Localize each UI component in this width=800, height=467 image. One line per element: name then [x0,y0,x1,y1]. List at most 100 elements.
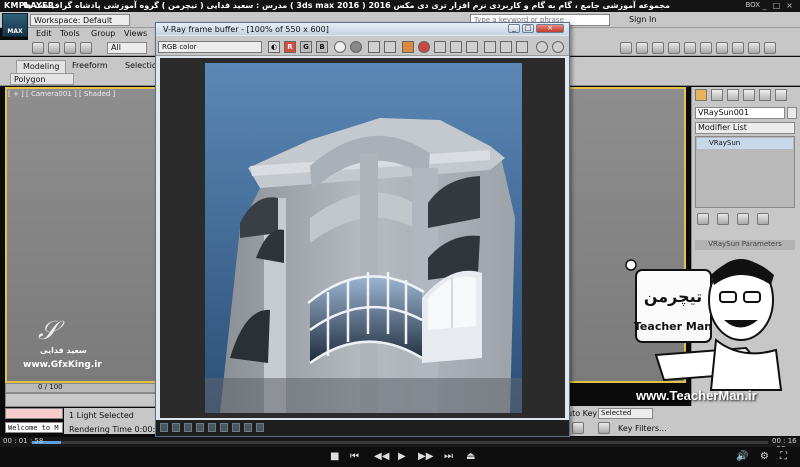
undo-icon[interactable] [32,42,44,54]
polygon-modeling-panel[interactable]: Polygon Modeling [10,73,74,95]
teapot-icon[interactable] [748,42,760,54]
key-mode-icon[interactable] [598,422,610,434]
viewport-label[interactable]: [ + ] [ Camera001 ] [ Shaded ] [8,90,115,98]
snap-icon[interactable] [620,42,632,54]
make-unique-icon[interactable] [737,213,749,225]
rendered-frame-icon[interactable] [716,42,728,54]
vfb-status-icon-1[interactable] [160,423,168,432]
auto-key-button[interactable]: uto Key [567,409,597,418]
menu-edit[interactable]: Edit [36,29,52,39]
vfb-status-icon-3[interactable] [184,423,192,432]
set-key-icon[interactable] [572,422,584,434]
watermark-site: www.GfxKing.ir [23,360,102,370]
render-setup-icon[interactable] [700,42,712,54]
unlink-icon[interactable] [64,42,76,54]
blue-channel-button[interactable]: B [316,41,328,53]
previous-icon[interactable]: ⏮ [350,451,359,463]
color-swatch-icon[interactable]: ◐ [268,41,280,53]
modifier-stack-item[interactable]: VRaySun [697,138,793,149]
mirror-icon[interactable] [636,42,648,54]
vfb-status-icon-4[interactable] [196,423,204,432]
remove-modifier-icon[interactable] [757,213,769,225]
vfb-title: V-Ray frame buffer - [100% of 550 x 600] [163,25,329,34]
vfb-maximize-icon[interactable]: □ [522,24,534,33]
modify-tab-icon[interactable] [711,89,723,101]
show-end-result-icon[interactable] [717,213,729,225]
play-icon[interactable]: ▶ [398,451,406,463]
history-icon[interactable] [536,41,548,53]
channel-dropdown[interactable]: RGB color [158,41,262,53]
maxscript-listener-output[interactable]: Welcome to M [5,422,63,433]
bind-icon[interactable] [80,42,92,54]
display-tab-icon[interactable] [759,89,771,101]
vfb-status-icon-5[interactable] [208,423,216,432]
track-bar[interactable] [5,393,165,407]
forward-icon[interactable]: ▶▶ [418,451,433,463]
vfb-status-icon-8[interactable] [244,423,252,432]
menu-tools[interactable]: Tools [60,29,80,39]
menu-group[interactable]: Group [91,29,115,39]
vfb-status-icon-9[interactable] [256,423,264,432]
box-label[interactable]: BOX [745,1,760,9]
vfb-minimize-icon[interactable]: _ [508,24,520,33]
monochrome-icon[interactable] [350,41,362,53]
modifier-list-dropdown[interactable]: Modifier List [695,122,795,134]
object-name-field[interactable]: VRaySun001 [695,107,785,119]
rendered-building-image [205,63,522,413]
selection-filter-dropdown[interactable]: All [107,42,147,54]
pin-stack-icon[interactable] [697,213,709,225]
object-color-swatch[interactable] [787,107,797,119]
utilities-tab-icon[interactable] [775,89,787,101]
vray-icon[interactable] [764,42,776,54]
menu-views[interactable]: Views [124,29,147,39]
track-mouse-icon[interactable] [434,41,446,53]
stop-icon[interactable]: ■ [330,451,339,463]
key-set-dropdown[interactable]: Selected [598,408,653,419]
vfb-close-icon[interactable]: × [536,24,564,33]
region-render-icon[interactable] [450,41,462,53]
eject-icon[interactable]: ⏏ [466,451,475,463]
fullscreen-icon[interactable]: ⛶ [780,451,787,463]
key-filters-button[interactable]: Key Filters... [618,424,667,433]
sign-in-button[interactable]: Sign In [629,14,656,26]
next-icon[interactable]: ⏭ [444,451,453,463]
application-button[interactable]: MAX [2,13,28,37]
link-to-vfb-icon[interactable] [466,41,478,53]
align-icon[interactable] [652,42,664,54]
minimize-icon[interactable]: _ [760,1,769,10]
rewind-icon[interactable]: ◀◀ [374,451,389,463]
render-canvas[interactable] [160,58,565,418]
duplicate-to-mfb-icon[interactable] [418,41,430,53]
watermark-author: سعید فدایی [40,346,87,355]
clear-image-icon[interactable] [402,41,414,53]
render-last-icon[interactable] [484,41,496,53]
render-region-icon[interactable] [516,41,528,53]
save-image-icon[interactable] [368,41,380,53]
green-channel-button[interactable]: G [300,41,312,53]
alpha-channel-icon[interactable] [334,41,346,53]
create-tab-icon[interactable] [695,89,707,101]
layer-icon[interactable] [668,42,680,54]
player-seekbar[interactable] [32,441,768,444]
vfb-status-icon-2[interactable] [172,423,180,432]
red-channel-button[interactable]: R [284,41,296,53]
volume-icon[interactable]: 🔊 [736,451,748,463]
lens-effects-icon[interactable] [552,41,564,53]
time-slider[interactable] [5,383,165,393]
workspace-dropdown[interactable]: Workspace: Default [30,14,130,26]
stop-render-icon[interactable] [500,41,512,53]
load-image-icon[interactable] [384,41,396,53]
hierarchy-tab-icon[interactable] [727,89,739,101]
motion-tab-icon[interactable] [743,89,755,101]
vfb-status-icon-6[interactable] [220,423,228,432]
vfb-status-icon-7[interactable] [232,423,240,432]
maximize-icon[interactable]: □ [772,1,781,10]
close-icon[interactable]: × [785,1,794,10]
material-editor-icon[interactable] [684,42,696,54]
maxscript-listener-input[interactable] [5,408,63,419]
tab-modeling[interactable]: Modeling [16,60,67,73]
tab-freeform[interactable]: Freeform [72,61,108,71]
settings-icon[interactable]: ⚙ [760,451,769,463]
render-icon[interactable] [732,42,744,54]
link-icon[interactable] [48,42,60,54]
